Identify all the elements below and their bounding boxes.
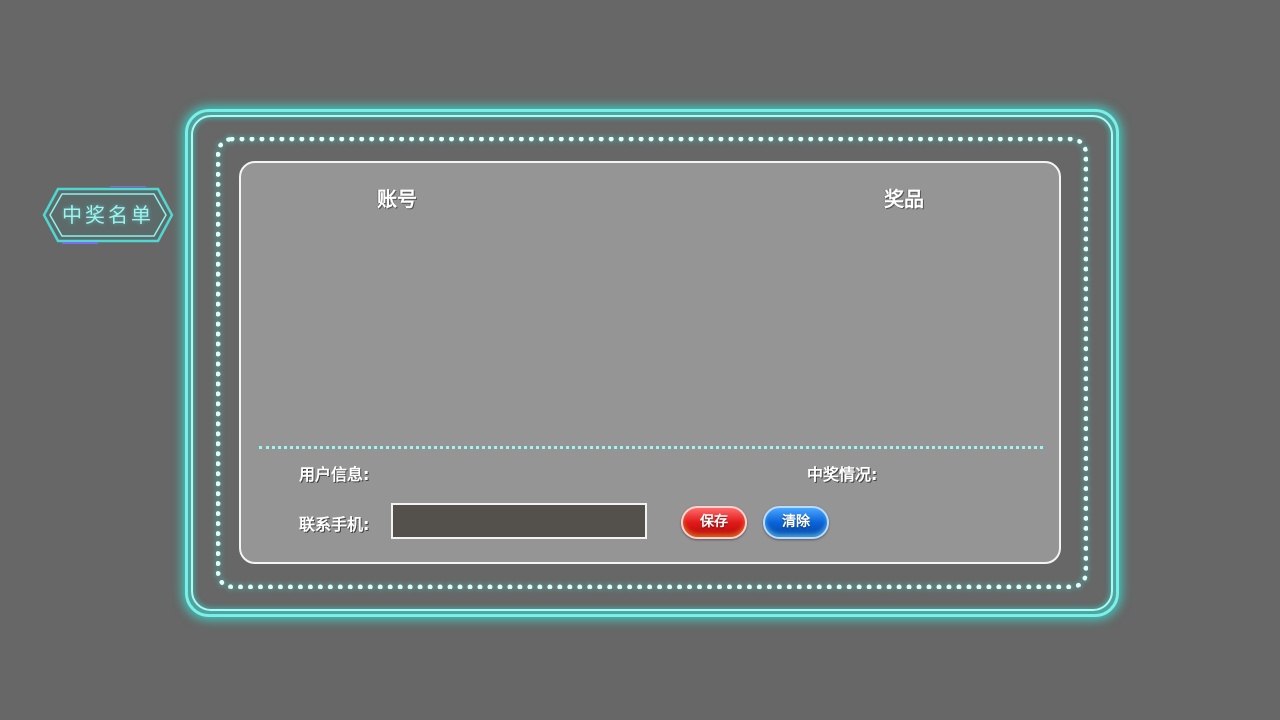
win-status-label: 中奖情况: — [807, 465, 878, 484]
save-button[interactable]: 保存 — [681, 506, 747, 539]
winners-panel: 账号 奖品 用户信息: 中奖情况: 联系手机: 保存 清除 — [239, 161, 1061, 564]
winners-list — [261, 223, 1041, 443]
phone-label: 联系手机: — [299, 515, 370, 534]
dotted-divider — [259, 446, 1043, 449]
clear-button[interactable]: 清除 — [763, 506, 829, 539]
winners-list-tab[interactable]: 中奖名单 — [42, 186, 174, 244]
winners-list-tab-label: 中奖名单 — [62, 203, 154, 227]
user-info-label: 用户信息: — [299, 465, 370, 484]
account-column-header: 账号 — [377, 187, 417, 211]
prize-column-header: 奖品 — [884, 187, 924, 211]
phone-input[interactable] — [391, 503, 647, 539]
winners-screen: 中奖名单 账号 奖品 用户信息: 中奖情况: 联系手机: 保存 清除 — [0, 0, 1280, 720]
